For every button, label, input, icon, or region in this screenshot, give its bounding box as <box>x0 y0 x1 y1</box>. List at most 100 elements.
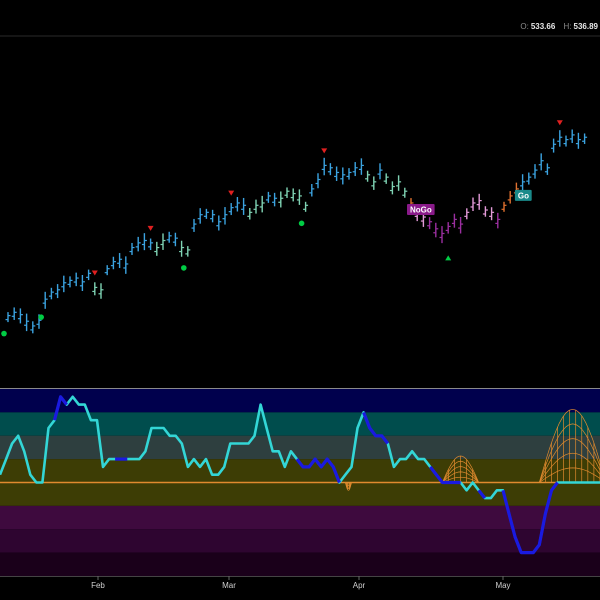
price-bar[interactable] <box>166 231 172 243</box>
price-bar[interactable] <box>575 132 581 149</box>
price-bar[interactable] <box>389 181 395 195</box>
price-bar[interactable] <box>265 191 271 203</box>
price-bar[interactable] <box>402 187 408 198</box>
price-bar[interactable] <box>160 233 166 250</box>
countertrend-down-triangle <box>556 120 563 126</box>
price-bar[interactable] <box>358 158 364 175</box>
price-bar[interactable] <box>79 275 85 292</box>
price-bar[interactable] <box>148 238 154 251</box>
price-bar[interactable] <box>464 208 470 220</box>
price-bar[interactable] <box>290 188 296 202</box>
price-bar[interactable] <box>569 129 575 143</box>
price-bar[interactable] <box>296 189 302 205</box>
price-bar[interactable] <box>55 284 61 299</box>
go-trend-dot-marker <box>1 330 7 337</box>
price-bar[interactable] <box>482 206 488 217</box>
price-bar[interactable] <box>42 291 48 309</box>
oscillator-panel[interactable] <box>0 389 600 576</box>
price-bar[interactable] <box>458 217 464 234</box>
price-bar[interactable] <box>259 195 265 213</box>
price-bar[interactable] <box>538 153 544 171</box>
price-bar[interactable] <box>24 313 30 332</box>
price-bar[interactable] <box>191 218 197 232</box>
price-bar[interactable] <box>451 213 457 228</box>
price-bar[interactable] <box>563 135 569 147</box>
price-bar[interactable] <box>110 256 116 270</box>
price-bar[interactable] <box>247 208 253 220</box>
price-bar[interactable] <box>154 241 160 256</box>
price-bar[interactable] <box>222 207 228 225</box>
price-bar[interactable] <box>526 172 532 185</box>
price-bar[interactable] <box>179 240 185 257</box>
price-bar[interactable] <box>141 233 147 251</box>
price-bar[interactable] <box>476 193 482 210</box>
price-bar[interactable] <box>470 197 476 212</box>
price-bar[interactable] <box>340 167 346 185</box>
price-bar[interactable] <box>61 275 67 293</box>
price-bar[interactable] <box>241 197 247 215</box>
price-bar[interactable] <box>135 236 141 252</box>
price-bar[interactable] <box>551 138 557 153</box>
price-bar[interactable] <box>48 287 54 300</box>
price-bar[interactable] <box>92 282 98 296</box>
price-bar[interactable] <box>98 283 104 299</box>
price-bar[interactable] <box>346 168 352 180</box>
price-bar[interactable] <box>495 212 501 229</box>
oscillator-zone-band <box>0 552 600 576</box>
price-bar[interactable] <box>234 196 240 212</box>
price-bar[interactable] <box>11 307 17 320</box>
price-bar[interactable] <box>203 208 209 219</box>
price-bar[interactable] <box>532 164 538 179</box>
price-bar[interactable] <box>272 192 278 207</box>
price-bar[interactable] <box>210 209 216 223</box>
price-bar[interactable] <box>489 207 495 221</box>
price-bar[interactable] <box>327 163 333 176</box>
price-bar[interactable] <box>172 232 178 247</box>
price-bar[interactable] <box>365 170 371 182</box>
price-bar[interactable] <box>383 173 389 184</box>
countertrend-up-triangle <box>445 255 452 261</box>
countertrend-down-triangle <box>91 270 98 276</box>
price-bar[interactable] <box>185 246 191 257</box>
price-bar[interactable] <box>278 191 284 208</box>
price-bar[interactable] <box>315 173 321 189</box>
price-bar[interactable] <box>17 308 23 324</box>
price-bar[interactable] <box>371 176 377 190</box>
price-bar[interactable] <box>427 217 433 230</box>
price-bar[interactable] <box>321 157 327 176</box>
price-bar[interactable] <box>433 222 439 238</box>
price-bar[interactable] <box>104 265 110 276</box>
countertrend-down-triangle <box>147 225 154 231</box>
price-bar[interactable] <box>309 184 315 197</box>
price-bar[interactable] <box>544 163 550 175</box>
price-bar[interactable] <box>303 201 309 212</box>
price-bar[interactable] <box>352 162 358 177</box>
go-trend-chart[interactable]: NoGo Go Feb Mar Apr May <box>0 0 600 600</box>
price-panel[interactable]: NoGo Go <box>1 120 588 337</box>
price-bar[interactable] <box>228 203 234 216</box>
price-bar[interactable] <box>86 269 92 281</box>
price-bar[interactable] <box>197 208 203 224</box>
go-trend-dot-marker <box>298 220 305 227</box>
price-bar[interactable] <box>253 199 259 214</box>
price-bar[interactable] <box>30 321 36 334</box>
price-bar[interactable] <box>507 191 513 204</box>
price-bar[interactable] <box>439 226 445 244</box>
price-bar[interactable] <box>123 256 129 274</box>
price-bar[interactable] <box>520 174 526 192</box>
price-bar[interactable] <box>445 222 451 234</box>
price-bar[interactable] <box>334 166 340 181</box>
price-bar[interactable] <box>67 276 73 288</box>
price-bar[interactable] <box>284 187 290 198</box>
price-bar[interactable] <box>5 312 11 323</box>
price-bar[interactable] <box>501 201 507 212</box>
price-bar[interactable] <box>73 272 79 287</box>
price-bar[interactable] <box>582 133 588 144</box>
oscillator-zone-band <box>0 389 600 413</box>
price-bar[interactable] <box>396 175 402 191</box>
price-bar[interactable] <box>557 130 563 147</box>
price-bar[interactable] <box>129 242 135 255</box>
price-bar[interactable] <box>216 215 222 231</box>
price-bar[interactable] <box>117 253 123 269</box>
price-bar[interactable] <box>377 163 383 180</box>
